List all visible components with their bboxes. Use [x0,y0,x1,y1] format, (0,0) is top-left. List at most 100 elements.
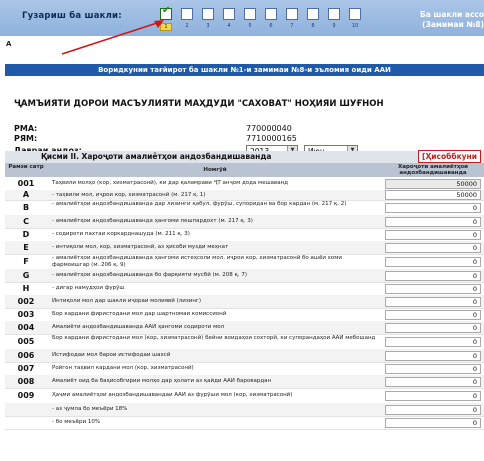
table-header: Рамзи сатр Номгӯй Хароҷоти амалиётҳои ан… [5,163,484,177]
table-row: C - амалиётҳои андозбандишаванда ҳангоми … [5,215,484,229]
amount-input[interactable]: 0 [385,229,481,240]
step-5-checkbox[interactable]: 5 [244,8,256,29]
section-letter: A [6,40,12,48]
amount-input[interactable]: 0 [385,404,481,415]
row-description: Истифодаи мол барои истифодаи шахсӣ [52,352,171,358]
row-code: 002 [17,296,35,306]
row-description: Таҳвили молҳо (кор, хизматрасонӣ), ки да… [52,180,289,186]
row-code: E [23,242,29,252]
row-code: H [22,283,30,293]
table-row: 002 Интиқоли мол дар шакли иҷораи молиявӣ… [5,295,484,309]
row-code: 008 [17,376,35,386]
step-2-checkbox[interactable]: 2 [181,8,193,29]
rym-row: РЯМ: 7710000165 [14,134,297,143]
row-code: 005 [17,336,35,346]
rym-value: 7710000165 [246,134,297,143]
row-description: - амалиётҳои андозбандишаванда дар лизин… [52,201,347,207]
code-column-header: Рамзи сатр [8,164,44,170]
table-row: - аз ҷумла бо меъёри 18% 0 [5,403,484,417]
row-description: - аз ҷумла бо меъёри 18% [52,406,128,412]
amount-input[interactable]: 0 [385,336,481,347]
form-title-banner: Воридкунии тағйирот ба шакли №1-и замима… [5,64,484,76]
table-row: 003 Бор кардани фиристодани мол дар шартн… [5,308,484,322]
row-code: 001 [17,178,35,188]
row-code: C [23,216,29,226]
step-7-checkbox[interactable]: 7 [286,8,298,29]
row-description: - интиқоли мол, кор, хизматрасонӣ, аз ҳи… [52,244,229,250]
organization-name: ҶАМЪИЯТИ ДОРОИ МАСЪУЛИЯТИ МАҲДУДИ "САХОВ… [14,99,384,109]
row-code: 004 [17,322,35,332]
red-arrow-annotation [61,20,164,55]
amount-input[interactable]: 0 [385,256,481,267]
amount-input[interactable]: 0 [385,390,481,401]
section-title: Қисми II. Хароҷоти амалиётҳои андозбанди… [41,152,272,161]
row-code: D [22,229,30,239]
table-row: 001 Таҳвили молҳо (кор, хизматрасонӣ), ки… [5,177,484,191]
amount-input[interactable]: 0 [385,350,481,361]
amount-input[interactable]: 0 [385,202,481,213]
rma-row: РМА: 770000040 [14,124,292,133]
table-row: 004 Амалиёти андозбандишаванда ААИ ҳангом… [5,321,484,335]
checkmark-icon: ✔ [162,5,171,16]
row-description: - дигар намудҳои фурӯш [52,285,125,291]
amount-input[interactable]: 0 [385,376,481,387]
table-row: G - амалиётҳои андозбандишаванда бо фарқи… [5,269,484,283]
amount-input[interactable]: 0 [385,363,481,374]
row-description: - амалиётҳои андозбандишаванда ҳангоми п… [52,218,253,224]
table-row: D - содироти пахтаи коркарднашуда (м. 211… [5,228,484,242]
step-8-checkbox[interactable]: 8 [307,8,319,29]
table-row: F - амалиётҳои андозбандишаванда ҳангоми … [5,254,484,270]
row-code: 003 [17,309,35,319]
row-code: G [22,270,30,280]
row-description: - бо меъёри 10% [52,419,101,425]
step-6-checkbox[interactable]: 6 [265,8,277,29]
row-description: - содироти пахтаи коркарднашуда (м. 211 … [52,231,190,237]
calculate-link[interactable]: [Ҳисоббкуни [418,150,481,163]
amount-input[interactable]: 0 [385,296,481,307]
table-row: H - дигар намудҳои фурӯш 0 [5,282,484,296]
row-description: - амалиётҳои андозбандишаванда бо фарқия… [52,272,248,278]
row-code: A [22,190,30,199]
amount-input[interactable]: 50000 [385,190,481,200]
step-10-checkbox[interactable]: 10 [349,8,361,29]
amount-input[interactable]: 0 [385,242,481,253]
row-description: Бор кардани фиристодани мол дар шартнома… [52,311,227,317]
rym-label: РЯМ: [14,134,38,143]
table-row: 007 Ройгон таҳвил кардани мол (кор, хизма… [5,362,484,376]
table-row: E - интиқоли мол, кор, хизматрасонӣ, аз ҳ… [5,241,484,255]
row-description: - амалиётҳои андозбандишаванда ҳангоми и… [52,255,342,268]
row-description: Ройгон таҳвил кардани мол (кор, хизматра… [52,365,194,371]
row-code: 007 [17,363,35,373]
table-row: 005 Бор кардани фиристодани мол (кор, хиз… [5,334,484,350]
step-4-checkbox[interactable]: 4 [223,8,235,29]
name-column-header: Номгӯй [203,167,227,173]
step-3-checkbox[interactable]: 3 [202,8,214,29]
row-description: Ҳаҷми амалиётҳои андозбандишавандаи ААИ … [52,392,293,398]
table-row: 008 Амалиёт оид ба баҳисобгирии молҳо дар… [5,375,484,389]
row-description: Интиқоли мол дар шакли иҷораи молиявӣ (л… [52,298,201,304]
table-row: - бо меъёри 10% 0 [5,416,484,430]
rma-value: 770000040 [246,124,292,133]
row-description: Амалиёти андозбандишаванда ААИ ҳангоми с… [52,324,225,330]
table-row: 009 Ҳаҷми амалиётҳои андозбандишавандаи А… [5,388,484,404]
amount-input[interactable]: 0 [385,322,481,333]
step-9-checkbox[interactable]: 9 [328,8,340,29]
amount-input[interactable]: 0 [385,283,481,294]
amount-input[interactable]: 0 [385,270,481,281]
table-row: B - амалиётҳои андозбандишаванда дар лизи… [5,200,484,216]
row-code: F [23,256,29,266]
row-description: - таҳвили мол, иҷрои кор, хизматрасонӣ (… [52,191,206,198]
form-reference: Ба шакли ассо (Замимаи №8) [420,10,484,29]
amount-input[interactable]: 0 [385,309,481,320]
row-description: Бор кардани фиристодани мол (кор, хизмат… [52,335,376,341]
row-code: B [22,202,30,212]
amount-input[interactable]: 0 [385,417,481,428]
amount-input[interactable]: 0 [385,216,481,227]
amount-input[interactable]: 50000 [385,178,481,189]
rma-label: РМА: [14,124,38,133]
amount-column-header: Хароҷоти амалиётҳои андозбандишаванда [397,164,469,176]
row-description: Амалиёт оид ба баҳисобгирии молҳо дар ҳо… [52,378,272,384]
table-row: 006 Истифодаи мол барои истифодаи шахсӣ 0 [5,349,484,363]
section-header: Қисми II. Хароҷоти амалиётҳои андозбанди… [5,150,484,163]
row-code: 006 [17,350,35,360]
